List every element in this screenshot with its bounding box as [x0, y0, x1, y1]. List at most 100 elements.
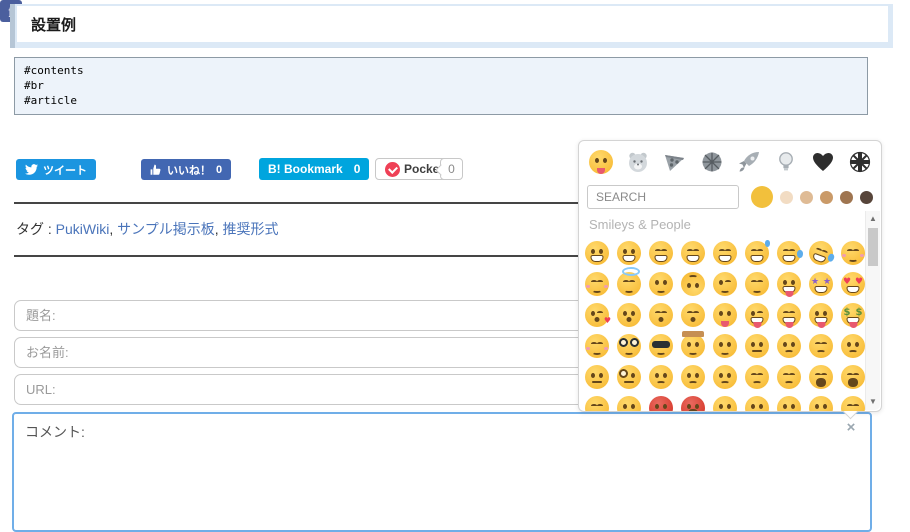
emoji-slightly-smiling-face[interactable] [649, 271, 673, 296]
emoji-smirking-face[interactable] [713, 333, 737, 358]
emoji-grinning-squinting-face[interactable] [713, 240, 737, 265]
scroll-up-icon[interactable]: ▲ [866, 212, 880, 226]
rocket-icon [739, 152, 759, 172]
tab-symbols[interactable] [811, 150, 835, 174]
emoji-money-mouth-face[interactable] [841, 302, 865, 327]
emoji-smiling-face-heart-eyes[interactable] [841, 271, 865, 296]
skin-tone-3[interactable] [800, 190, 813, 204]
tag-link-3[interactable]: 推奨形式 [223, 221, 279, 237]
emoji-grid [581, 237, 869, 411]
emoji-grinning-face-smiling-eyes[interactable] [649, 240, 673, 265]
emoji-grinning-face[interactable] [585, 240, 609, 265]
emoji-star-struck[interactable] [809, 271, 833, 296]
emoji-face-with-head-bandage[interactable] [777, 395, 801, 411]
hatena-count: 0 [353, 162, 361, 176]
skin-tone-1[interactable] [751, 186, 773, 208]
emoji-zany-face[interactable] [777, 271, 801, 296]
emoji-squinting-face-with-tongue[interactable] [777, 302, 801, 327]
emoji-weary-face[interactable] [841, 364, 865, 389]
tweet-label: ツイート [43, 164, 87, 177]
emoji-nerd-face[interactable] [617, 333, 641, 358]
emoji-grinning-face-with-sweat[interactable] [745, 239, 770, 265]
emoji-face-with-steam-from-nose[interactable] [585, 395, 609, 411]
emoji-slightly-frowning-face[interactable] [681, 364, 705, 389]
hatena-label: B! Bookmark [268, 162, 343, 176]
emoji-frowning-face[interactable] [713, 364, 737, 389]
skin-tone-2[interactable] [780, 190, 793, 204]
emoji-pouting-face[interactable] [649, 395, 673, 411]
picker-scrollbar[interactable]: ▲ ▼ [865, 211, 880, 410]
emoji-face-with-monocle[interactable] [617, 364, 641, 389]
emoji-kissing-face-smiling-eyes[interactable] [649, 302, 673, 327]
scrollbar-thumb[interactable] [868, 228, 878, 266]
flag-icon [849, 151, 871, 173]
emoji-rolling-on-the-floor-laughing[interactable] [805, 237, 837, 268]
emoji-search-input[interactable] [587, 185, 739, 209]
emoji-face-with-raised-eyebrow[interactable] [585, 364, 609, 389]
page-heading: 設置例 [10, 4, 893, 48]
category-label: Smileys & People [589, 217, 691, 232]
tag-link-1[interactable]: PukiWiki [56, 221, 110, 237]
tab-travel-places[interactable] [737, 150, 761, 174]
facebook-like-button[interactable]: いいね！ 0 [141, 159, 232, 180]
tab-objects[interactable] [774, 150, 798, 174]
tab-food-drink[interactable] [663, 150, 687, 174]
emoji-cowboy-hat-face[interactable] [681, 330, 705, 358]
tab-flags[interactable] [848, 150, 872, 174]
heart-icon [813, 153, 833, 171]
scroll-down-icon[interactable]: ▼ [866, 395, 880, 409]
emoji-kissing-face-closed-eyes[interactable] [681, 302, 705, 327]
tab-smileys-people[interactable] [589, 150, 613, 174]
tab-animals-nature[interactable] [626, 150, 650, 174]
tag-list: PukiWiki, サンプル掲示板, 推奨形式 [55, 221, 279, 237]
code-block: #contents #br #article [14, 57, 868, 115]
emoji-relieved-face[interactable] [745, 271, 769, 296]
emoji-winking-face-with-tongue[interactable] [745, 302, 769, 327]
emoji-persevering-face[interactable] [745, 364, 769, 389]
emoji-winking-face[interactable] [713, 271, 737, 296]
emoji-sneezing-face[interactable] [841, 395, 865, 411]
emoji-smiling-face-with-sunglasses[interactable] [649, 333, 673, 358]
comment-textarea[interactable] [12, 412, 872, 532]
emoji-face-blowing-a-kiss[interactable] [585, 302, 611, 327]
hatena-bookmark-button[interactable]: B! Bookmark 0 [259, 158, 370, 180]
pocket-count-bubble: 0 [440, 158, 463, 180]
emoji-face-with-thermometer[interactable] [745, 395, 769, 411]
emoji-hugging-face[interactable] [585, 333, 609, 358]
page-title: 設置例 [31, 17, 77, 34]
emoji-face-with-tongue[interactable] [809, 302, 833, 327]
emoji-category-tabs [579, 141, 881, 183]
emoji-unamused-face[interactable] [745, 333, 769, 358]
emoji-kissing-face[interactable] [617, 302, 641, 327]
emoji-smiling-face[interactable] [841, 240, 865, 265]
emoji-worried-face[interactable] [841, 333, 865, 358]
like-label: いいね！ [167, 164, 211, 177]
emoji-grinning-face-big-eyes[interactable] [617, 240, 641, 265]
skin-tone-6[interactable] [860, 190, 873, 204]
tag-prefix: タグ : [16, 221, 52, 237]
emoji-picker-close-button[interactable]: × [842, 419, 860, 437]
emoji-angry-face[interactable] [617, 395, 641, 411]
emoji-confused-face[interactable] [649, 364, 673, 389]
twitter-bird-icon [25, 164, 38, 175]
emoji-tired-face[interactable] [809, 364, 833, 389]
emoji-disappointed-face[interactable] [777, 333, 801, 358]
tag-link-2[interactable]: サンプル掲示板 [117, 221, 215, 237]
skin-tone-4[interactable] [820, 190, 833, 204]
tweet-button[interactable]: ツイート [16, 159, 96, 180]
emoji-confounded-face[interactable] [777, 364, 801, 389]
pizza-icon [665, 155, 684, 171]
emoji-face-with-medical-mask[interactable] [713, 395, 737, 411]
emoji-nauseated-face[interactable] [809, 395, 833, 411]
emoji-face-with-symbols-on-mouth[interactable] [681, 395, 705, 411]
emoji-smiling-face-smiling-eyes[interactable] [585, 271, 609, 296]
emoji-face-savoring-food[interactable] [713, 302, 737, 327]
emoji-face-with-tears-of-joy[interactable] [777, 240, 803, 265]
skin-tone-5[interactable] [840, 190, 853, 204]
hamster-icon [629, 152, 647, 172]
emoji-upside-down-face[interactable] [681, 271, 705, 296]
tab-activity[interactable] [700, 150, 724, 174]
emoji-smiling-face-with-halo[interactable] [617, 266, 641, 296]
emoji-pensive-face[interactable] [809, 333, 833, 358]
emoji-beaming-face[interactable] [681, 240, 705, 265]
